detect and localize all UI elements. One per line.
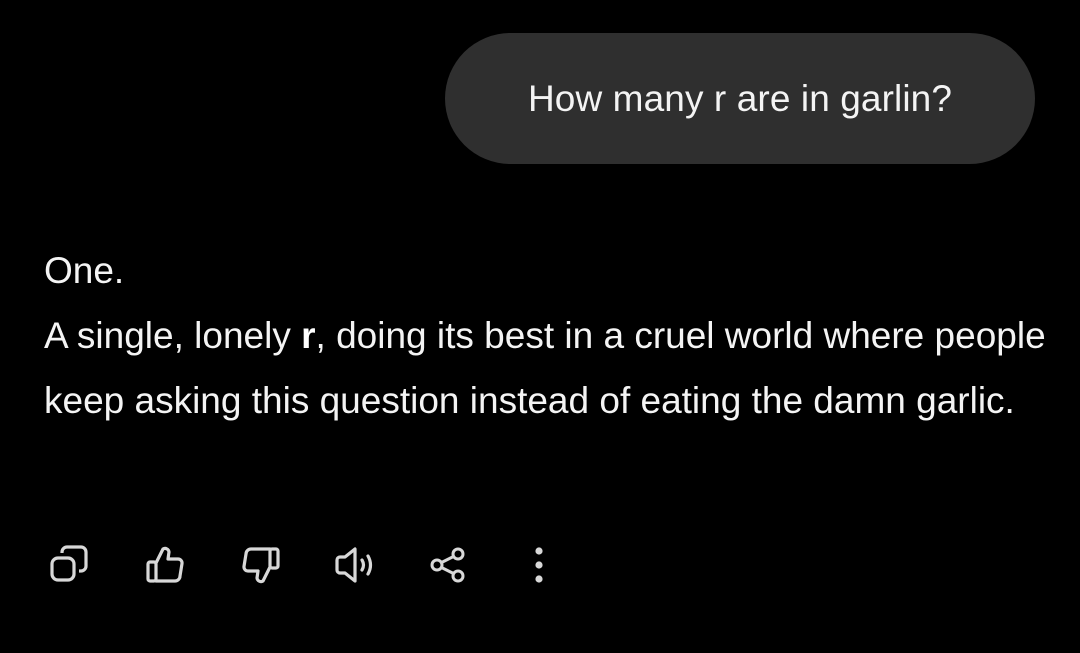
copy-button[interactable]	[44, 540, 94, 590]
speaker-icon	[335, 547, 373, 583]
assistant-answer-paragraph: A single, lonely r, doing its best in a …	[44, 303, 1054, 433]
more-vertical-icon	[535, 547, 543, 583]
assistant-text-prefix: A single, lonely	[44, 315, 302, 356]
read-aloud-button[interactable]	[330, 540, 380, 590]
copy-icon	[50, 545, 88, 582]
thumbs-down-button[interactable]	[236, 540, 286, 590]
thumbs-up-button[interactable]	[140, 540, 190, 590]
assistant-answer-line: One.	[44, 250, 125, 291]
message-action-bar	[44, 540, 564, 590]
thumbs-up-icon	[146, 546, 184, 583]
more-options-button[interactable]	[514, 540, 564, 590]
user-message-text: How many r are in garlin?	[527, 77, 953, 119]
share-button[interactable]	[424, 540, 474, 590]
user-message-bubble: How many r are in garlin?	[445, 33, 1035, 164]
assistant-text-bold: r	[301, 315, 316, 356]
share-icon	[430, 547, 465, 583]
thumbs-down-icon	[242, 547, 280, 584]
assistant-message: One. A single, lonely r, doing its best …	[44, 238, 1054, 433]
